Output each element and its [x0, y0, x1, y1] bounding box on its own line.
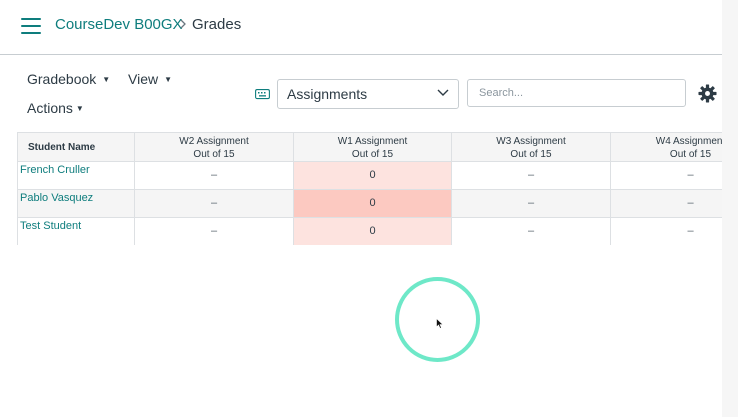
- grade-cell[interactable]: –: [135, 190, 294, 218]
- column-title: W3 Assignment: [496, 136, 566, 147]
- caret-down-icon: ▼: [75, 104, 84, 113]
- view-select-value: Assignments: [287, 86, 368, 102]
- gradebook-menu[interactable]: Gradebook ▼: [27, 71, 110, 87]
- grade-cell[interactable]: –: [611, 162, 722, 190]
- column-header-w4[interactable]: W4 Assignment Out of 15: [611, 132, 722, 162]
- grid-header-row: Student Name W2 Assignment Out of 15 W1 …: [17, 132, 722, 162]
- view-select[interactable]: Assignments: [277, 79, 459, 109]
- grade-cell[interactable]: 0: [294, 190, 452, 218]
- column-header-w1[interactable]: W1 Assignment Out of 15: [294, 132, 452, 162]
- gradebook-grid: Student Name W2 Assignment Out of 15 W1 …: [17, 132, 722, 245]
- student-name-link[interactable]: Test Student: [17, 218, 135, 245]
- grade-cell[interactable]: –: [135, 162, 294, 190]
- chevron-down-icon: [437, 89, 449, 96]
- gradebook-menu-label: Gradebook: [27, 71, 97, 87]
- keyboard-icon[interactable]: [255, 88, 270, 100]
- grade-cell[interactable]: –: [135, 218, 294, 245]
- caret-down-icon: ▼: [164, 75, 173, 84]
- chevron-right-icon: [180, 19, 186, 29]
- view-menu-label: View: [128, 71, 159, 87]
- table-row: Pablo Vasquez – 0 – –: [17, 190, 722, 218]
- column-points: Out of 15: [669, 149, 712, 160]
- column-points: Out of 15: [193, 149, 235, 160]
- page-edge: [722, 0, 738, 417]
- column-header-w2[interactable]: W2 Assignment Out of 15: [135, 132, 294, 162]
- student-name-header[interactable]: Student Name: [17, 132, 135, 162]
- student-name-link[interactable]: Pablo Vasquez: [17, 190, 135, 218]
- search-input[interactable]: [467, 79, 686, 107]
- student-name-link[interactable]: French Cruller: [17, 162, 135, 190]
- grade-cell[interactable]: –: [452, 190, 611, 218]
- table-row: French Cruller – 0 – –: [17, 162, 722, 190]
- column-title: W2 Assignment: [179, 136, 249, 147]
- column-points: Out of 15: [351, 149, 394, 160]
- actions-menu-label: Actions: [27, 100, 73, 116]
- grade-cell[interactable]: –: [611, 218, 722, 245]
- grade-cell[interactable]: 0: [294, 218, 452, 245]
- hamburger-icon[interactable]: [21, 18, 41, 34]
- caret-down-icon: ▼: [102, 75, 111, 84]
- view-menu[interactable]: View ▼: [128, 71, 172, 87]
- column-title: W1 Assignment: [337, 136, 408, 147]
- grade-cell[interactable]: –: [611, 190, 722, 218]
- grade-cell[interactable]: –: [452, 162, 611, 190]
- breadcrumb-current-page: Grades: [192, 16, 242, 33]
- column-title: W4 Assignment: [655, 136, 722, 147]
- column-header-w3[interactable]: W3 Assignment Out of 15: [452, 132, 611, 162]
- cursor-icon: [436, 318, 444, 329]
- table-row: Test Student – 0 – –: [17, 218, 722, 245]
- actions-menu[interactable]: Actions ▼: [27, 100, 84, 116]
- grade-cell[interactable]: 0: [294, 162, 452, 190]
- column-points: Out of 15: [510, 149, 552, 160]
- top-bar: CourseDev B00GX Grades: [0, 0, 722, 55]
- gear-icon[interactable]: [698, 84, 717, 103]
- grade-cell[interactable]: –: [452, 218, 611, 245]
- breadcrumb-course-link[interactable]: CourseDev B00GX: [55, 16, 183, 33]
